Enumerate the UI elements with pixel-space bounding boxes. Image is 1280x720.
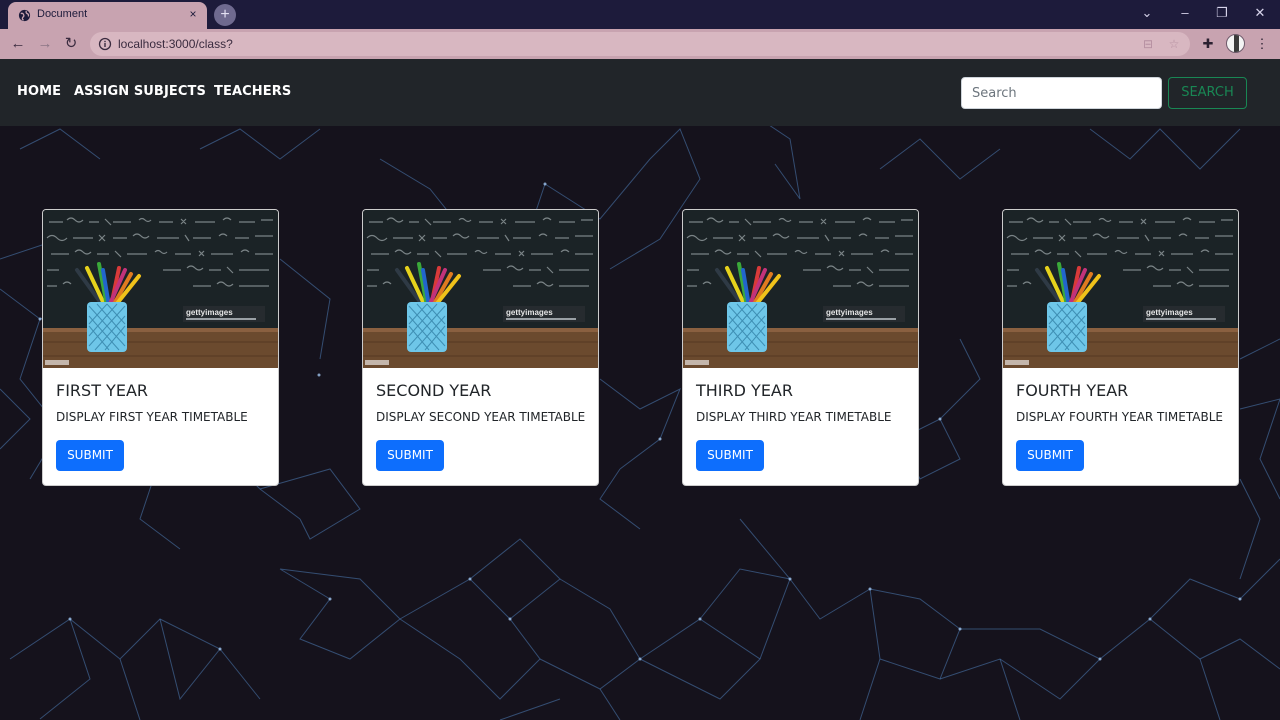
card-title: FIRST YEAR (56, 381, 148, 400)
class-card-second-year: gettyimages SECOND YEAR DISPLAY SECOND Y… (362, 209, 599, 486)
card-text: DISPLAY THIRD YEAR TIMETABLE (696, 410, 892, 424)
class-card-third-year: gettyimages THIRD YEAR DISPLAY THIRD YEA… (682, 209, 919, 486)
getty-watermark: gettyimages (826, 308, 873, 317)
top-navbar: HOME ASSIGN SUBJECTS TEACHERS SEARCH (0, 59, 1280, 126)
tab-search-icon[interactable]: ⌄ (1137, 5, 1157, 21)
forward-icon[interactable]: → (36, 35, 54, 53)
chalkboard-pencils-image: gettyimages (363, 210, 598, 368)
getty-watermark: gettyimages (1146, 308, 1193, 317)
submit-button[interactable]: SUBMIT (696, 440, 764, 471)
url-text: localhost:3000/class? (118, 37, 233, 51)
chalkboard-pencils-image: gettyimages (43, 210, 278, 368)
search-input[interactable] (961, 77, 1162, 109)
card-text: DISPLAY SECOND YEAR TIMETABLE (376, 410, 586, 424)
page-viewport: HOME ASSIGN SUBJECTS TEACHERS SEARCH (0, 59, 1280, 720)
search-button[interactable]: SEARCH (1168, 77, 1247, 109)
submit-button[interactable]: SUBMIT (1016, 440, 1084, 471)
reload-icon[interactable]: ↻ (62, 35, 80, 53)
nav-link-home[interactable]: HOME (17, 84, 61, 99)
address-bar[interactable]: localhost:3000/class? ⊟ ☆ (90, 32, 1190, 56)
profile-avatar[interactable] (1226, 34, 1245, 53)
card-image: gettyimages (1003, 210, 1238, 368)
nav-link-teachers[interactable]: TEACHERS (214, 84, 291, 99)
restore-icon[interactable]: ❐ (1212, 5, 1232, 21)
extensions-icon[interactable]: ✚ (1199, 35, 1217, 53)
card-title: FOURTH YEAR (1016, 381, 1129, 400)
info-icon[interactable] (98, 37, 112, 51)
chalkboard-pencils-image: gettyimages (683, 210, 918, 368)
browser-tab-strip: Document × + ⌄ – ❐ ✕ (0, 0, 1280, 29)
minimize-icon[interactable]: – (1175, 5, 1195, 21)
submit-button[interactable]: SUBMIT (56, 440, 124, 471)
card-text: DISPLAY FIRST YEAR TIMETABLE (56, 410, 248, 424)
bookmark-star-icon[interactable]: ☆ (1166, 36, 1182, 52)
class-card-fourth-year: gettyimages FOURTH YEAR DISPLAY FOURTH Y… (1002, 209, 1239, 486)
install-app-icon[interactable]: ⊟ (1140, 36, 1156, 52)
submit-button[interactable]: SUBMIT (376, 440, 444, 471)
nav-link-assign-subjects[interactable]: ASSIGN SUBJECTS (74, 84, 206, 99)
card-image: gettyimages (363, 210, 598, 368)
card-image: gettyimages (43, 210, 278, 368)
class-card-first-year: gettyimages FIRST YEAR DISPLAY FIRST YEA… (42, 209, 279, 486)
back-icon[interactable]: ← (9, 35, 27, 53)
browser-tab[interactable]: Document × (8, 2, 207, 29)
tab-title: Document (37, 8, 88, 20)
card-title: SECOND YEAR (376, 381, 492, 400)
card-title: THIRD YEAR (696, 381, 793, 400)
chalkboard-pencils-image: gettyimages (1003, 210, 1238, 368)
menu-kebab-icon[interactable]: ⋮ (1253, 35, 1271, 53)
getty-watermark: gettyimages (506, 308, 553, 317)
card-image: gettyimages (683, 210, 918, 368)
new-tab-button[interactable]: + (214, 4, 236, 26)
tab-close-icon[interactable]: × (186, 7, 200, 21)
close-window-icon[interactable]: ✕ (1250, 5, 1270, 21)
getty-watermark: gettyimages (186, 308, 233, 317)
globe-icon (18, 9, 31, 22)
card-text: DISPLAY FOURTH YEAR TIMETABLE (1016, 410, 1223, 424)
browser-toolbar: ← → ↻ localhost:3000/class? ⊟ ☆ ✚ ⋮ (0, 29, 1280, 59)
